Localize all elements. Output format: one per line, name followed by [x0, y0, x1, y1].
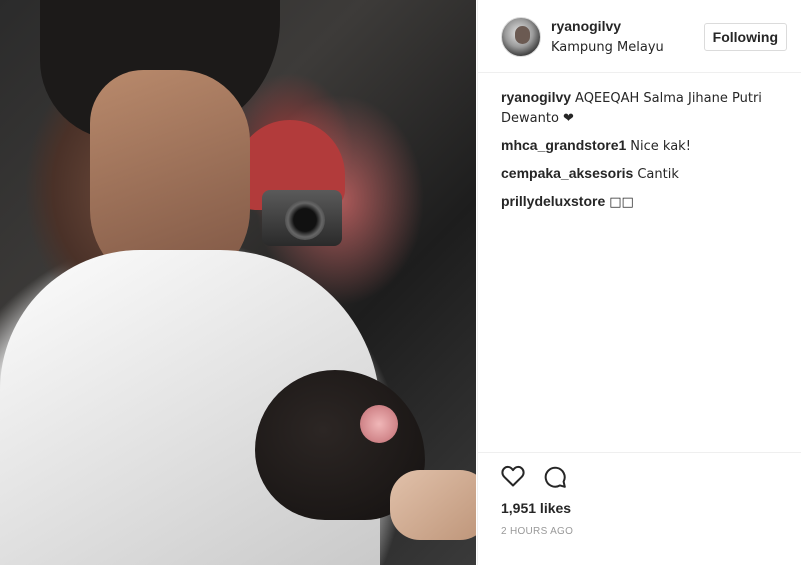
- comments-list: ryanogilvy AQEEQAH Salma Jihane Putri Dew…: [501, 88, 781, 220]
- hand: [390, 470, 476, 540]
- caption-author[interactable]: ryanogilvy: [501, 89, 571, 105]
- comment-text: □□: [609, 195, 634, 210]
- post-header: ryanogilvy Kampung Melayu Following: [478, 0, 801, 73]
- action-icons: [501, 465, 567, 489]
- post-actions: 1,951 likes 2 HOURS AGO: [478, 452, 801, 537]
- avatar[interactable]: [501, 17, 541, 57]
- comment-author[interactable]: prillydeluxstore: [501, 193, 605, 209]
- post-side-panel: ryanogilvy Kampung Melayu Following ryan…: [477, 0, 801, 565]
- list-item: mhca_grandstore1 Nice kak!: [501, 136, 781, 156]
- camera-lens: [285, 200, 325, 240]
- username-link[interactable]: ryanogilvy: [551, 18, 664, 34]
- list-item: prillydeluxstore □□: [501, 192, 781, 212]
- location-link[interactable]: Kampung Melayu: [551, 40, 664, 55]
- comment-text: Nice kak!: [630, 139, 691, 154]
- comment-author[interactable]: mhca_grandstore1: [501, 137, 626, 153]
- comment-text: Cantik: [637, 167, 679, 182]
- likes-count[interactable]: 1,951 likes: [501, 500, 571, 516]
- user-block: ryanogilvy Kampung Melayu: [551, 18, 664, 55]
- list-item: cempaka_aksesoris Cantik: [501, 164, 781, 184]
- caption: ryanogilvy AQEEQAH Salma Jihane Putri Dew…: [501, 88, 781, 128]
- post-photo[interactable]: [0, 0, 476, 565]
- heart-icon[interactable]: [501, 465, 525, 489]
- comment-author[interactable]: cempaka_aksesoris: [501, 165, 633, 181]
- timestamp[interactable]: 2 HOURS AGO: [501, 526, 573, 537]
- following-button[interactable]: Following: [703, 23, 787, 51]
- flower-headband: [360, 405, 398, 443]
- comment-icon[interactable]: [543, 465, 567, 489]
